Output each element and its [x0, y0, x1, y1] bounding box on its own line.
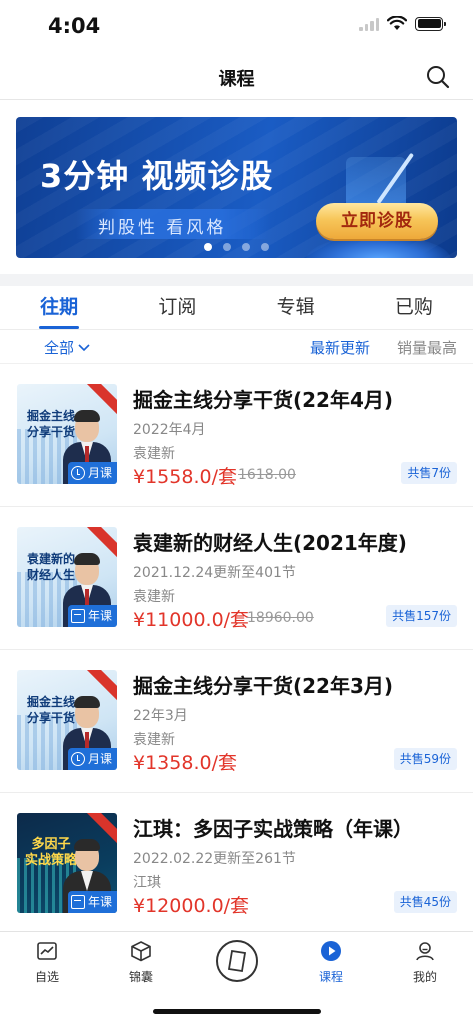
tabbar-label: 自选 [34, 970, 59, 984]
course-sold-count: 共售7份 [401, 462, 457, 484]
course-type-badge: 月课 [67, 748, 117, 770]
compass-icon [227, 949, 247, 973]
home-indicator[interactable] [153, 1009, 321, 1014]
filter-bar: 全部 最新更新 销量最高 [0, 330, 473, 364]
badge-label: 月课 [87, 466, 112, 480]
tab-album[interactable]: 专辑 [237, 286, 355, 329]
course-price: ¥1558.0/套 [133, 466, 237, 488]
banner-dot[interactable] [242, 243, 250, 251]
badge-label: 年课 [87, 895, 112, 909]
course-sold-count: 共售59份 [393, 748, 457, 770]
status-icons [359, 16, 446, 31]
sort-sales-button[interactable]: 销量最高 [397, 337, 457, 358]
course-type-badge: 年课 [67, 605, 117, 627]
user-icon [416, 942, 434, 961]
tabbar-label: 课程 [318, 970, 343, 984]
course-date: 22年3月 [133, 708, 188, 724]
tabbar-item-tips[interactable]: 锦囊 [101, 940, 181, 985]
course-thumbnail: 掘金主线 分享干货 月课 [17, 670, 117, 770]
course-date: 2021.12.24更新至401节 [133, 565, 296, 581]
tabbar-label: 锦囊 [128, 970, 153, 984]
course-thumbnail: 掘金主线 分享干货 月课 [17, 384, 117, 484]
banner-cta-button[interactable]: 立即诊股 [316, 203, 438, 239]
course-list: 掘金主线 分享干货 月课 掘金主线分享干货(22年4月) 2022年4月 袁建新… [0, 364, 473, 936]
course-price: ¥12000.0/套 [133, 895, 250, 917]
course-price: ¥1358.0/套 [133, 752, 237, 774]
course-item[interactable]: 多因子 实战策略 年课 江琪：多因子实战策略（年课） 2022.02.22更新至… [0, 793, 473, 936]
banner-dot[interactable] [204, 243, 212, 251]
page-title: 课程 [218, 69, 255, 90]
chart-icon [37, 942, 57, 960]
badge-label: 月课 [87, 752, 112, 766]
course-sold-count: 共售45份 [393, 891, 457, 913]
calendar-icon [70, 609, 85, 623]
calendar-icon [70, 895, 85, 909]
filter-all-label: 全部 [44, 339, 75, 357]
course-thumbnail: 多因子 实战策略 年课 [17, 813, 117, 913]
tab-past[interactable]: 往期 [0, 286, 118, 329]
nav-bar: 课程 [0, 54, 473, 100]
box-icon [131, 941, 151, 962]
course-thumbnail: 袁建新的 财经人生 年课 [17, 527, 117, 627]
clock-icon [70, 466, 85, 480]
play-icon [321, 941, 341, 961]
category-tabs: 往期 订阅 专辑 已购 [0, 286, 473, 330]
course-item[interactable]: 袁建新的 财经人生 年课 袁建新的财经人生(2021年度) 2021.12.24… [0, 507, 473, 650]
status-bar: 4:04 [0, 0, 473, 54]
status-time: 4:04 [48, 14, 101, 38]
filter-all-dropdown[interactable]: 全部 [44, 337, 90, 358]
tabbar-item-watchlist[interactable]: 自选 [7, 940, 87, 985]
course-author: 袁建新 [133, 589, 175, 605]
course-sold-count: 共售157份 [386, 605, 457, 627]
sort-latest-button[interactable]: 最新更新 [310, 337, 370, 358]
tabbar-item-courses[interactable]: 课程 [291, 940, 371, 985]
course-item[interactable]: 掘金主线 分享干货 月课 掘金主线分享干货(22年3月) 22年3月 袁建新 ¥… [0, 650, 473, 793]
course-title: 江琪：多因子实战策略（年课） [133, 817, 413, 841]
chevron-down-icon [78, 343, 90, 351]
banner-title: 3分钟 视频诊股 [40, 157, 274, 195]
course-original-price: 1618.00 [238, 467, 296, 483]
banner-dot[interactable] [223, 243, 231, 251]
battery-icon [415, 16, 446, 31]
banner-pagination [16, 243, 457, 251]
section-divider [0, 274, 473, 286]
search-icon[interactable] [425, 64, 451, 90]
badge-label: 年课 [87, 609, 112, 623]
banner-dot[interactable] [261, 243, 269, 251]
clock-icon [70, 752, 85, 766]
course-item[interactable]: 掘金主线 分享干货 月课 掘金主线分享干货(22年4月) 2022年4月 袁建新… [0, 364, 473, 507]
tabbar-label: 我的 [412, 970, 437, 984]
course-author: 袁建新 [133, 446, 175, 462]
tabbar-center-button[interactable] [216, 940, 258, 982]
course-title: 袁建新的财经人生(2021年度) [133, 531, 407, 555]
course-author: 江琪 [133, 875, 161, 891]
tab-purchased[interactable]: 已购 [355, 286, 473, 329]
course-price: ¥11000.0/套 [133, 609, 250, 631]
tab-subscribe[interactable]: 订阅 [118, 286, 236, 329]
course-original-price: 18960.00 [247, 610, 314, 626]
course-type-badge: 年课 [67, 891, 117, 913]
wifi-icon [387, 16, 407, 30]
course-date: 2022.02.22更新至261节 [133, 851, 296, 867]
course-author: 袁建新 [133, 732, 175, 748]
banner-subtitle: 判股性 看风格 [98, 218, 227, 238]
tabbar-item-profile[interactable]: 我的 [385, 940, 465, 985]
course-title: 掘金主线分享干货(22年4月) [133, 388, 394, 412]
course-type-badge: 月课 [67, 462, 117, 484]
course-title: 掘金主线分享干货(22年3月) [133, 674, 394, 698]
promo-banner[interactable]: 3分钟 视频诊股 判股性 看风格 立即诊股 [16, 117, 457, 258]
course-date: 2022年4月 [133, 422, 206, 438]
signal-icon [359, 17, 379, 31]
